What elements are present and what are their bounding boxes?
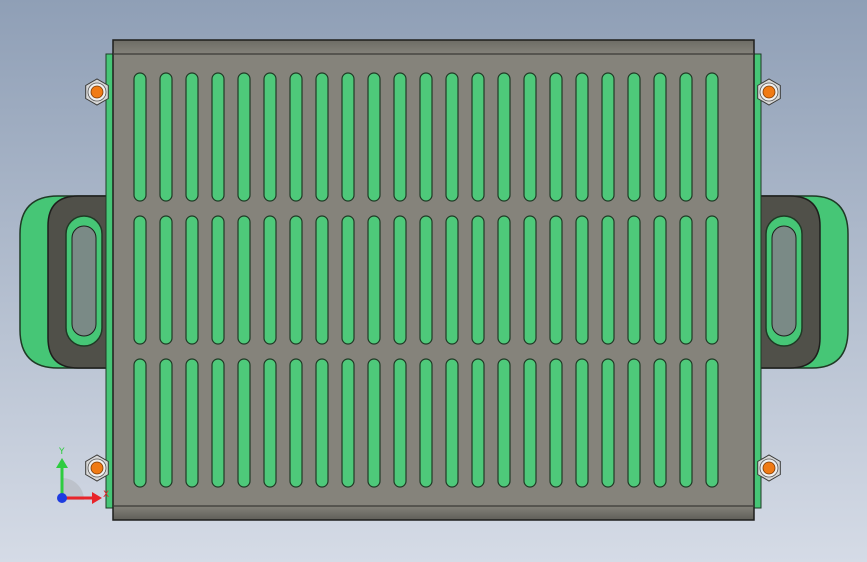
ventilation-slot bbox=[211, 215, 225, 345]
ventilation-slot bbox=[497, 72, 511, 202]
left-handle-slot-inner bbox=[71, 225, 97, 337]
ventilation-slot bbox=[393, 358, 407, 488]
ventilation-slot bbox=[549, 72, 563, 202]
ventilation-slot bbox=[523, 358, 537, 488]
ventilation-slot bbox=[627, 358, 641, 488]
ventilation-slot bbox=[367, 215, 381, 345]
ventilation-slot bbox=[471, 72, 485, 202]
right-handle[interactable] bbox=[747, 189, 849, 373]
ventilation-slot bbox=[185, 72, 199, 202]
ventilation-slot bbox=[419, 72, 433, 202]
ventilation-slot bbox=[133, 72, 147, 202]
ventilation-slots bbox=[133, 72, 719, 488]
ventilation-slot bbox=[211, 72, 225, 202]
cad-model-view[interactable]: Y X bbox=[0, 0, 867, 562]
bolt-end bbox=[762, 461, 776, 475]
ventilation-slot bbox=[627, 215, 641, 345]
ventilation-slot bbox=[523, 215, 537, 345]
left-handle[interactable] bbox=[19, 189, 121, 373]
ventilation-slot bbox=[653, 358, 667, 488]
ventilation-slot bbox=[263, 72, 277, 202]
ventilation-slot bbox=[679, 358, 693, 488]
ventilation-slot bbox=[445, 215, 459, 345]
ventilation-slot bbox=[237, 358, 251, 488]
ventilation-slot bbox=[185, 215, 199, 345]
ventilation-slot bbox=[497, 358, 511, 488]
ventilation-slot bbox=[211, 358, 225, 488]
ventilation-slot bbox=[705, 215, 719, 345]
perforated-plate[interactable] bbox=[112, 39, 755, 521]
ventilation-slot bbox=[185, 358, 199, 488]
ventilation-slot bbox=[289, 358, 303, 488]
ventilation-slot bbox=[133, 215, 147, 345]
ventilation-slot bbox=[471, 215, 485, 345]
ventilation-slot bbox=[653, 72, 667, 202]
triad-y-label: Y bbox=[58, 447, 65, 457]
ventilation-slot bbox=[705, 72, 719, 202]
ventilation-slot bbox=[679, 215, 693, 345]
ventilation-slot bbox=[237, 215, 251, 345]
ventilation-slot bbox=[601, 358, 615, 488]
triad-x-label: X bbox=[103, 490, 109, 500]
right-handle-slot-inner bbox=[771, 225, 797, 337]
ventilation-slot bbox=[471, 358, 485, 488]
ventilation-slot bbox=[419, 215, 433, 345]
bolt-end bbox=[90, 461, 104, 475]
ventilation-slot bbox=[133, 358, 147, 488]
ventilation-slot bbox=[237, 72, 251, 202]
ventilation-slot bbox=[289, 72, 303, 202]
ventilation-slot bbox=[315, 215, 329, 345]
ventilation-slot bbox=[367, 72, 381, 202]
ventilation-slot bbox=[393, 72, 407, 202]
ventilation-slot bbox=[341, 358, 355, 488]
ventilation-slot bbox=[159, 358, 173, 488]
ventilation-slot bbox=[601, 72, 615, 202]
ventilation-slot bbox=[679, 72, 693, 202]
ventilation-slot bbox=[575, 358, 589, 488]
bolt-end bbox=[762, 85, 776, 99]
ventilation-slot bbox=[419, 358, 433, 488]
ventilation-slot bbox=[549, 358, 563, 488]
ventilation-slot bbox=[263, 215, 277, 345]
ventilation-slot bbox=[445, 358, 459, 488]
ventilation-slot bbox=[549, 215, 563, 345]
triad-z-axis bbox=[57, 493, 67, 503]
ventilation-slot bbox=[159, 215, 173, 345]
bolt-end bbox=[90, 85, 104, 99]
ventilation-slot bbox=[341, 72, 355, 202]
ventilation-slot bbox=[601, 215, 615, 345]
ventilation-slot bbox=[341, 215, 355, 345]
ventilation-slot bbox=[497, 215, 511, 345]
ventilation-slot bbox=[575, 72, 589, 202]
ventilation-slot bbox=[575, 215, 589, 345]
ventilation-slot bbox=[315, 358, 329, 488]
ventilation-slot bbox=[705, 358, 719, 488]
cad-viewport[interactable]: Y X bbox=[0, 0, 867, 562]
ventilation-slot bbox=[315, 72, 329, 202]
ventilation-slot bbox=[289, 215, 303, 345]
ventilation-slot bbox=[653, 215, 667, 345]
ventilation-slot bbox=[445, 72, 459, 202]
ventilation-slot bbox=[263, 358, 277, 488]
ventilation-slot bbox=[367, 358, 381, 488]
ventilation-slot bbox=[523, 72, 537, 202]
ventilation-slot bbox=[627, 72, 641, 202]
ventilation-slot bbox=[159, 72, 173, 202]
ventilation-slot bbox=[393, 215, 407, 345]
